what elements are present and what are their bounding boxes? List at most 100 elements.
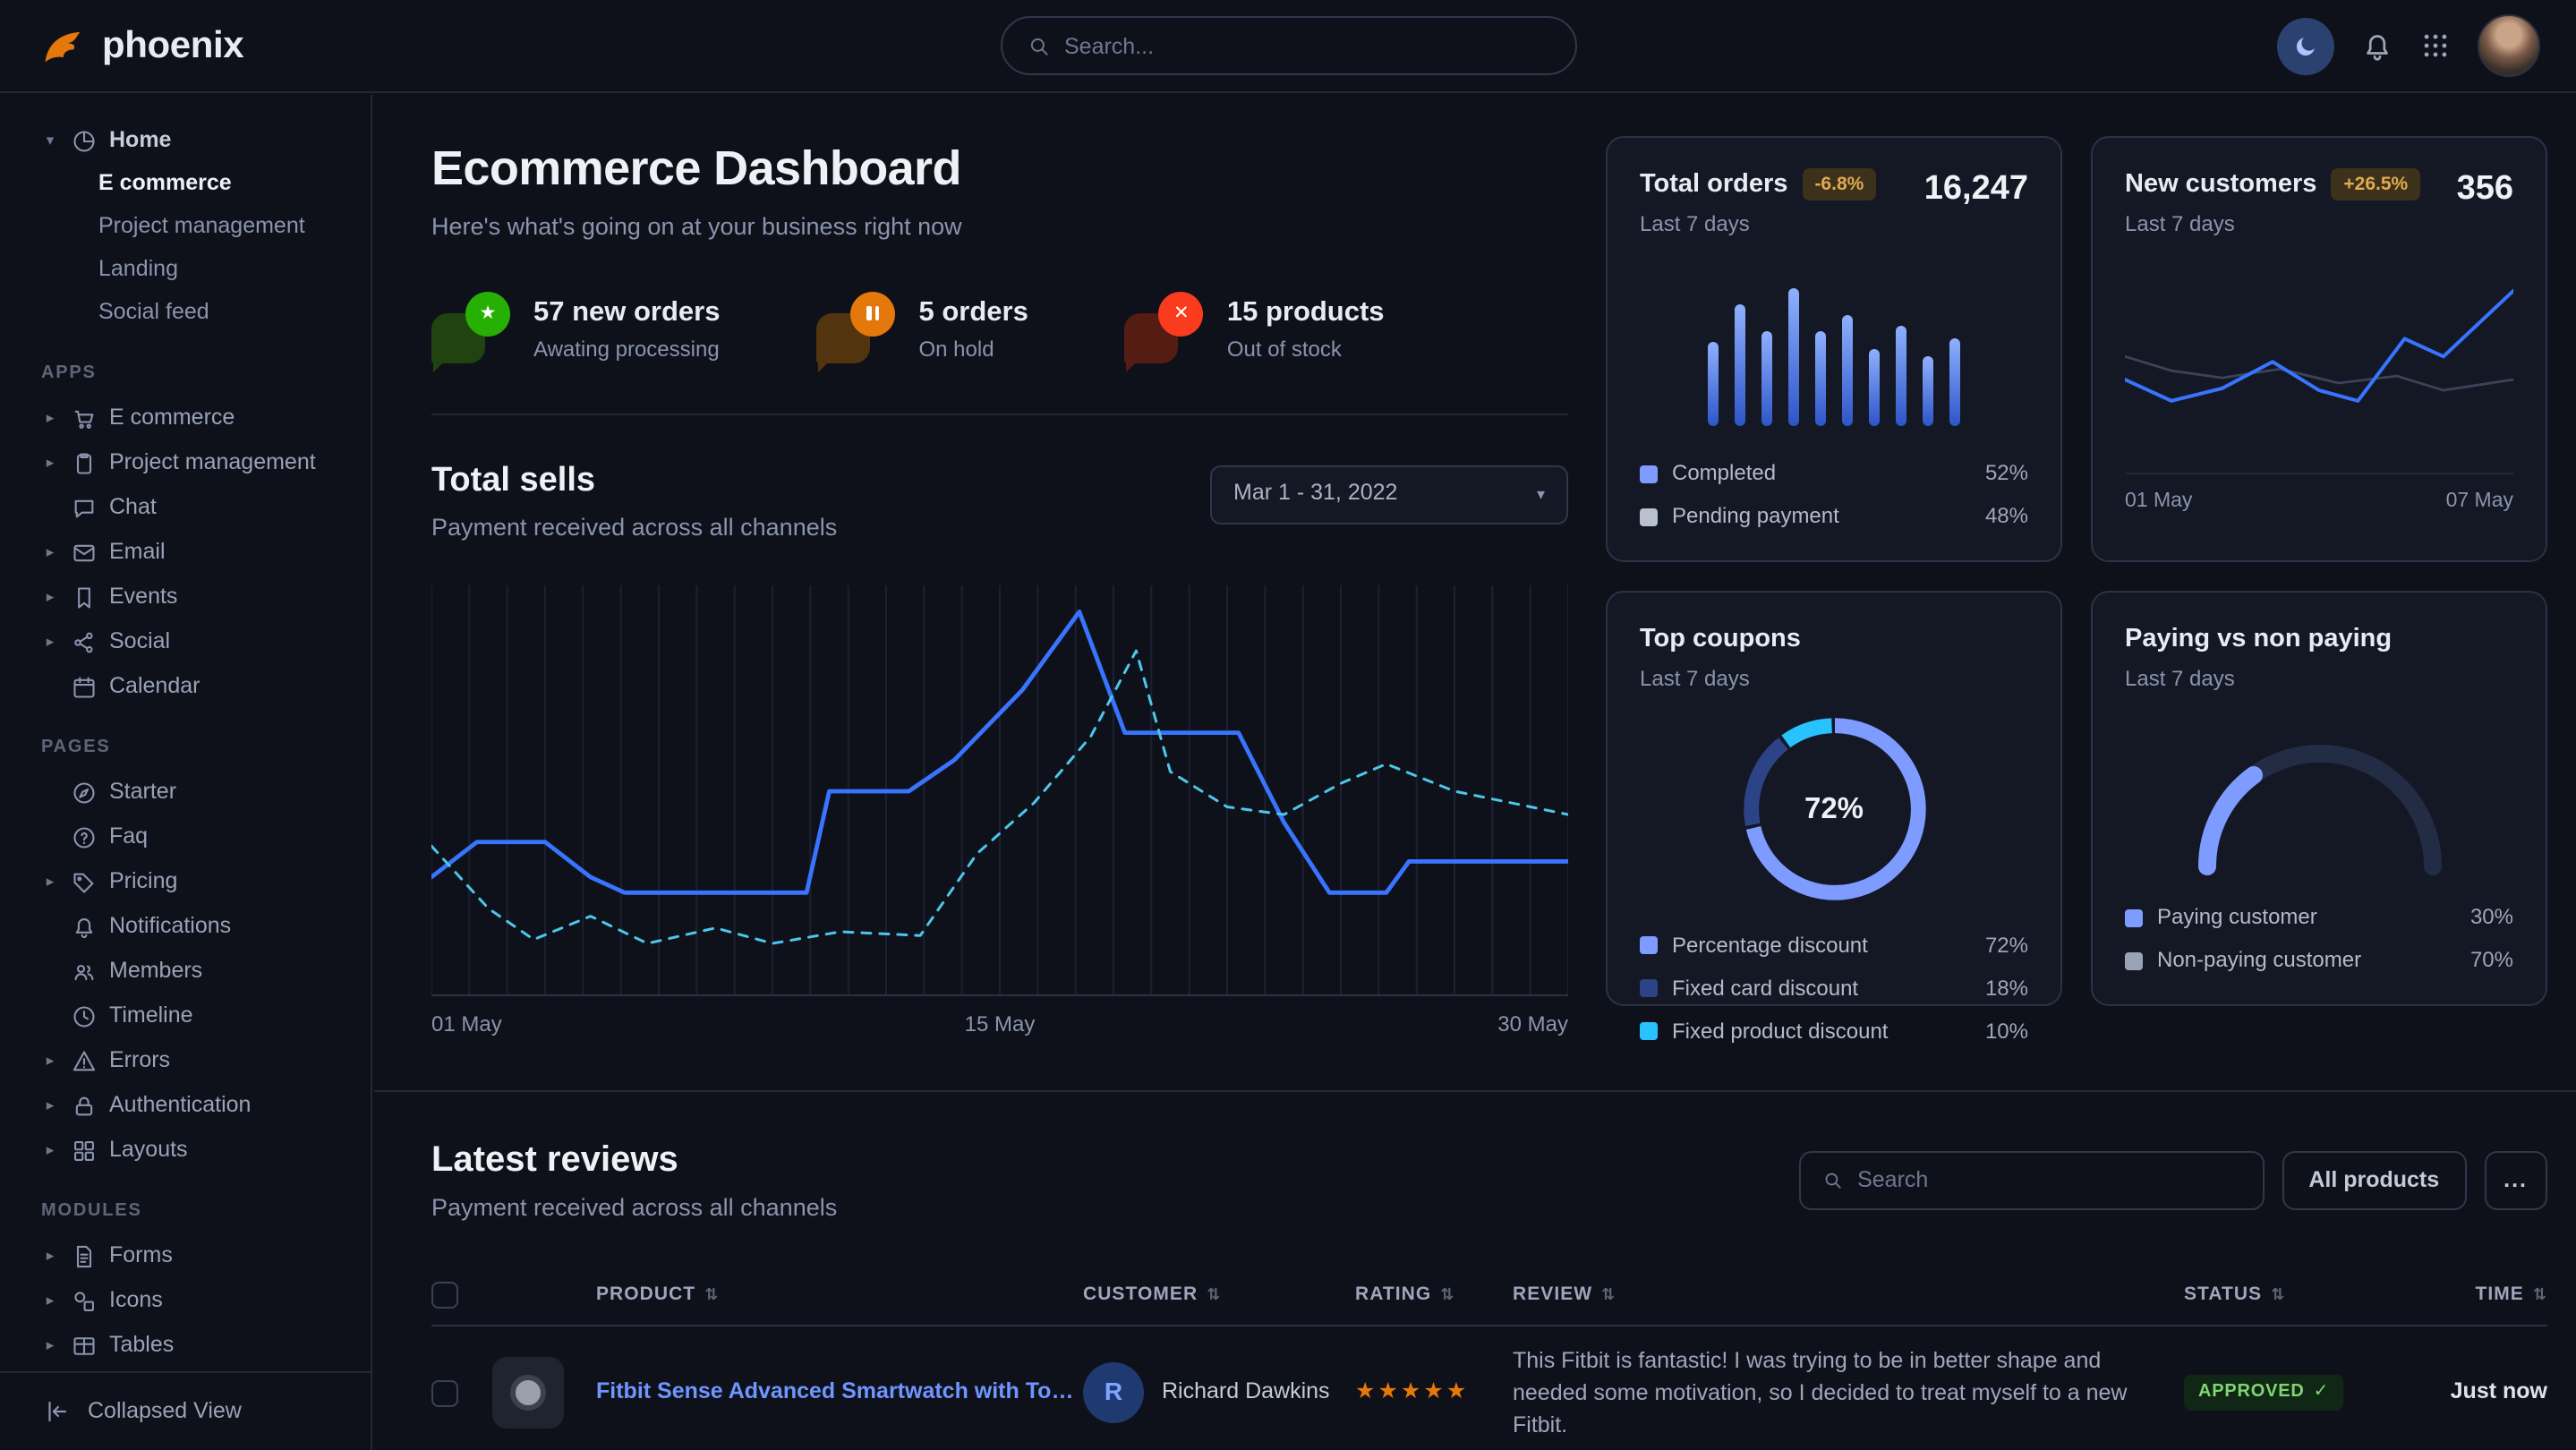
sidebar-item-forms[interactable]: ▸ Forms xyxy=(0,1233,371,1278)
product-thumbnail[interactable] xyxy=(492,1357,564,1429)
sidebar-item-members[interactable]: Members xyxy=(0,949,371,994)
new-customers-card: New customers +26.5% Last 7 days 356 01 … xyxy=(2091,136,2547,562)
product-link[interactable]: Fitbit Sense Advanced Smartwatch with To… xyxy=(596,1378,1083,1409)
card-period: Last 7 days xyxy=(1640,210,1876,241)
dashboard-cards: Total orders -6.8% Last 7 days 16,247 Co… xyxy=(1606,136,2547,1040)
column-time[interactable]: TIME⇅ xyxy=(2399,1282,2547,1308)
notifications-button[interactable] xyxy=(2361,30,2393,62)
paying-vs-nonpaying-card: Paying vs non paying Last 7 days Paying … xyxy=(2091,591,2547,1006)
chevron-right-icon: ▸ xyxy=(41,631,59,652)
global-search[interactable] xyxy=(1000,16,1576,75)
search-input[interactable] xyxy=(1064,33,1549,58)
collapsed-view-toggle[interactable]: Collapsed View xyxy=(0,1371,371,1450)
bookmark-icon xyxy=(72,584,97,610)
sidebar-item-apps-project-management[interactable]: ▸ Project management xyxy=(0,440,371,485)
chevron-right-icon: ▸ xyxy=(41,542,59,563)
date-range-select[interactable]: Mar 1 - 31, 2022 ▾ xyxy=(1210,465,1568,524)
sidebar-item-pricing[interactable]: ▸ Pricing xyxy=(0,859,371,904)
sort-icon: ⇅ xyxy=(1440,1284,1454,1306)
legend-swatch xyxy=(2125,909,2143,927)
x-axis-labels: 01 May 07 May xyxy=(2125,473,2513,516)
legend-item: Fixed card discount 18% xyxy=(1640,974,2028,1004)
sidebar-item-errors[interactable]: ▸ Errors xyxy=(0,1038,371,1083)
sidebar-item-authentication[interactable]: ▸ Authentication xyxy=(0,1083,371,1128)
bar xyxy=(1923,355,1933,426)
bell-icon xyxy=(2361,30,2393,62)
bar xyxy=(1761,332,1772,426)
sidebar-item-faq[interactable]: Faq xyxy=(0,815,371,859)
file-icon xyxy=(72,1243,97,1268)
stat-out-of-stock: ✕ 15 products Out of stock xyxy=(1125,291,1385,366)
sidebar-item-starter[interactable]: Starter xyxy=(0,770,371,815)
stat-orders-on-hold: 5 orders On hold xyxy=(817,291,1028,366)
legend-swatch xyxy=(1640,465,1658,483)
latest-reviews-section: Latest reviews Payment received across a… xyxy=(374,1090,2576,1450)
chevron-down-icon: ▾ xyxy=(41,130,59,151)
chevron-right-icon: ▸ xyxy=(41,1335,59,1356)
page-subtitle: Here's what's going on at your business … xyxy=(431,211,1568,245)
stat-new-orders: ★ 57 new orders Awating processing xyxy=(431,291,721,366)
sidebar-item-events[interactable]: ▸ Events xyxy=(0,575,371,619)
sidebar-item-notifications[interactable]: Notifications xyxy=(0,904,371,949)
reviews-search[interactable] xyxy=(1798,1151,2264,1210)
legend-item: Fixed product discount 10% xyxy=(1640,1016,2028,1046)
legend-item: Completed 52% xyxy=(1640,459,2028,490)
sidebar-item-home[interactable]: ▾ Home xyxy=(0,118,371,163)
legend-swatch xyxy=(1640,980,1658,998)
bell-icon xyxy=(72,914,97,939)
card-period: Last 7 days xyxy=(1640,665,2028,695)
reviews-search-input[interactable] xyxy=(1857,1168,2240,1193)
stat-value: 57 new orders xyxy=(533,294,721,332)
warning-icon xyxy=(72,1048,97,1073)
sidebar-item-project-management[interactable]: Project management xyxy=(0,206,371,249)
sidebar-item-chat[interactable]: Chat xyxy=(0,485,371,530)
star-bubble-icon: ★ xyxy=(431,291,510,366)
chevron-right-icon: ▸ xyxy=(41,1050,59,1071)
sidebar-item-calendar[interactable]: Calendar xyxy=(0,664,371,709)
select-all-checkbox[interactable] xyxy=(431,1282,458,1309)
sidebar-item-apps-ecommerce[interactable]: ▸ E commerce xyxy=(0,396,371,440)
apps-menu-button[interactable] xyxy=(2420,30,2451,61)
sort-icon: ⇅ xyxy=(2271,1284,2285,1306)
brand-logo[interactable]: phoenix xyxy=(39,20,243,72)
reviews-subtitle: Payment received across all channels xyxy=(431,1192,837,1226)
x-label: 30 May xyxy=(1497,1010,1568,1040)
customer-avatar[interactable]: R xyxy=(1083,1362,1144,1423)
paying-gauge-chart xyxy=(2185,727,2453,877)
moon-icon xyxy=(2292,32,2319,59)
sidebar-item-social-feed[interactable]: Social feed xyxy=(0,292,371,335)
x-label: 15 May xyxy=(965,1010,1036,1040)
sidebar-item-layouts[interactable]: ▸ Layouts xyxy=(0,1128,371,1173)
all-products-button[interactable]: All products xyxy=(2282,1151,2466,1210)
column-rating[interactable]: RATING⇅ xyxy=(1355,1282,1513,1308)
donut-center-value: 72% xyxy=(1734,709,1934,909)
sidebar-item-landing[interactable]: Landing xyxy=(0,249,371,292)
total-sells-title: Total sells xyxy=(431,457,837,505)
column-status[interactable]: STATUS⇅ xyxy=(2184,1282,2399,1308)
brand-name: phoenix xyxy=(102,20,243,72)
sort-icon: ⇅ xyxy=(1601,1284,1616,1306)
cart-icon xyxy=(72,405,97,431)
sidebar-item-ecommerce[interactable]: E commerce xyxy=(0,163,371,206)
column-customer[interactable]: CUSTOMER⇅ xyxy=(1083,1282,1355,1308)
column-review[interactable]: REVIEW⇅ xyxy=(1513,1282,2184,1308)
stat-value: 5 orders xyxy=(919,294,1028,332)
trend-badge: +26.5% xyxy=(2331,168,2420,201)
pause-bubble-icon xyxy=(817,291,896,366)
bar xyxy=(1869,349,1880,426)
sidebar-item-timeline[interactable]: Timeline xyxy=(0,994,371,1038)
calendar-icon xyxy=(72,674,97,699)
navbar-actions xyxy=(2277,14,2540,77)
theme-toggle-button[interactable] xyxy=(2277,17,2334,74)
more-options-button[interactable]: ... xyxy=(2484,1151,2547,1210)
row-checkbox[interactable] xyxy=(431,1379,458,1406)
column-product[interactable]: PRODUCT⇅ xyxy=(492,1282,1083,1308)
user-avatar[interactable] xyxy=(2478,14,2540,77)
x-label: 07 May xyxy=(2446,487,2513,516)
sidebar-item-social[interactable]: ▸ Social xyxy=(0,619,371,664)
sidebar-item-email[interactable]: ▸ Email xyxy=(0,530,371,575)
shapes-icon xyxy=(72,1288,97,1313)
sidebar-item-icons[interactable]: ▸ Icons xyxy=(0,1278,371,1323)
sidebar-item-tables[interactable]: ▸ Tables xyxy=(0,1323,371,1368)
check-icon: ✓ xyxy=(2314,1380,2330,1405)
